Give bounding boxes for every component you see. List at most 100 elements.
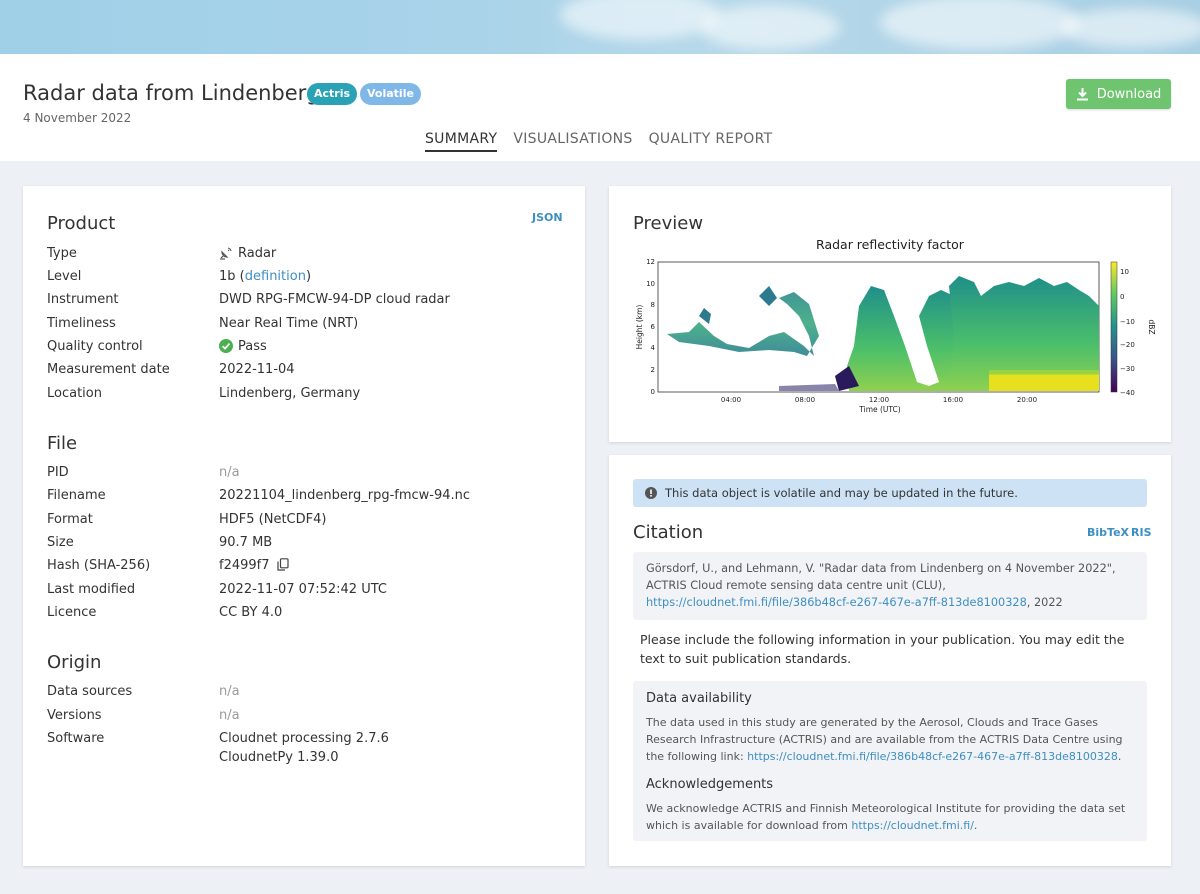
y-tick: 2: [651, 366, 655, 374]
page-date: 4 November 2022: [23, 111, 132, 125]
page-title: Radar data from Lindenberg: [23, 81, 320, 105]
header-banner: [0, 0, 1200, 54]
ack-url-link[interactable]: https://cloudnet.fmi.fi/: [851, 819, 974, 832]
row-value: n/a: [219, 465, 240, 480]
colorbar: [1110, 261, 1118, 393]
row-value: n/a: [219, 684, 240, 699]
x-tick: 04:00: [721, 396, 741, 404]
y-tick: 10: [646, 280, 655, 288]
download-button[interactable]: Download: [1066, 79, 1171, 109]
cbar-tick: −10: [1120, 318, 1135, 326]
availability-url-link[interactable]: https://cloudnet.fmi.fi/file/386b48cf-e2…: [747, 750, 1118, 763]
row-value: 2022-11-07 07:52:42 UTC: [219, 582, 387, 597]
row-key: Licence: [47, 605, 97, 620]
cloudnetpy-link[interactable]: CloudnetPy 1.39.0: [219, 750, 338, 765]
citation-text: Görsdorf, U., and Lehmann, V. "Radar dat…: [646, 562, 1116, 592]
row-key: Data sources: [47, 684, 133, 699]
plot-title: Radar reflectivity factor: [816, 237, 965, 252]
alert-text: This data object is volatile and may be …: [665, 486, 1018, 500]
ack-end: .: [973, 819, 978, 832]
data-availability-text: The data used in this study are generate…: [646, 714, 1141, 765]
citation-heading: Citation: [633, 522, 704, 543]
volatile-alert: This data object is volatile and may be …: [633, 479, 1147, 507]
acknowledgements-text: We acknowledge ACTRIS and Finnish Meteor…: [646, 800, 1141, 834]
row-value: Pass: [219, 339, 267, 354]
row-value: Radar: [219, 246, 276, 261]
origin-heading: Origin: [47, 652, 102, 673]
download-icon: [1076, 88, 1088, 101]
y-tick: 8: [651, 301, 655, 309]
row-key: Versions: [47, 708, 102, 723]
row-value: Near Real Time (NRT): [219, 316, 359, 331]
radar-reflectivity-plot[interactable]: Radar reflectivity factor 12 10 8 6 4 2 …: [609, 186, 1171, 442]
instrument-link[interactable]: DWD RPG-FMCW-94-DP cloud radar: [219, 292, 450, 307]
licence-link[interactable]: CC BY 4.0: [219, 605, 282, 620]
definition-link[interactable]: definition: [245, 269, 306, 284]
row-value: n/a: [219, 708, 240, 723]
row-key: Hash (SHA-256): [47, 558, 151, 573]
ris-link[interactable]: RIS: [1131, 526, 1152, 539]
y-tick: 12: [646, 258, 655, 266]
row-key: PID: [47, 465, 69, 480]
row-key: Size: [47, 535, 74, 550]
x-tick: 16:00: [943, 396, 963, 404]
volatile-tag[interactable]: Volatile: [360, 83, 421, 105]
colorbar-label: dBZ: [1147, 319, 1156, 334]
y-tick: 0: [651, 388, 655, 396]
availability-end: .: [1117, 750, 1122, 763]
type-value: Radar: [238, 246, 277, 261]
json-link[interactable]: JSON: [532, 211, 563, 224]
cbar-tick: 10: [1120, 268, 1129, 276]
cbar-tick: −40: [1120, 389, 1135, 397]
row-key: Type: [47, 246, 77, 261]
quality-pass-link[interactable]: Pass: [238, 339, 267, 354]
availability-box[interactable]: Data availability The data used in this …: [633, 681, 1147, 841]
location-link[interactable]: Lindenberg, Germany: [219, 386, 360, 401]
y-tick: 4: [651, 344, 656, 352]
file-heading: File: [47, 433, 78, 454]
tab-quality-report[interactable]: QUALITY REPORT: [649, 131, 773, 152]
check-circle-icon: [219, 339, 233, 353]
preview-card: Preview Radar reflectivity factor 12 10 …: [609, 186, 1171, 442]
x-axis-label: Time (UTC): [858, 405, 901, 414]
copy-icon[interactable]: [277, 558, 289, 571]
row-key: Format: [47, 512, 93, 527]
row-key: Location: [47, 386, 102, 401]
tab-summary[interactable]: SUMMARY: [425, 131, 498, 152]
x-tick: 08:00: [795, 396, 815, 404]
row-value: 1b (definition): [219, 269, 312, 284]
cbar-tick: 0: [1120, 293, 1124, 301]
actris-tag[interactable]: Actris: [307, 83, 358, 105]
citation-card: This data object is volatile and may be …: [609, 455, 1171, 866]
citation-url-link[interactable]: https://cloudnet.fmi.fi/file/386b48cf-e2…: [646, 596, 1027, 609]
x-tick: 20:00: [1017, 396, 1037, 404]
hash-value: f2499f7: [219, 558, 270, 573]
row-key: Instrument: [47, 292, 119, 307]
row-key: Software: [47, 731, 105, 746]
row-value: 20221104_lindenberg_rpg-fmcw-94.nc: [219, 488, 471, 503]
bibtex-link[interactable]: BibTeX: [1087, 526, 1129, 539]
citation-instructions: Please include the following information…: [640, 632, 1125, 666]
download-label: Download: [1096, 86, 1162, 102]
row-value: f2499f7: [219, 558, 289, 573]
info-icon: [645, 487, 657, 499]
metadata-card: Product JSON Type Radar Level 1b (defini…: [23, 186, 585, 866]
row-key: Quality control: [47, 339, 143, 354]
data-availability-heading: Data availability: [646, 691, 752, 706]
tab-bar: SUMMARY VISUALISATIONS QUALITY REPORT: [425, 131, 772, 152]
row-value: HDF5 (NetCDF4): [219, 512, 327, 527]
radar-icon: [220, 247, 232, 260]
cbar-tick: −20: [1120, 341, 1135, 349]
citation-text-box[interactable]: Görsdorf, U., and Lehmann, V. "Radar dat…: [633, 552, 1147, 620]
level-value: 1b: [219, 269, 236, 284]
row-key: Last modified: [47, 582, 136, 597]
cloudnet-processing-link[interactable]: Cloudnet processing 2.7.6: [219, 731, 389, 746]
row-key: Measurement date: [47, 362, 170, 377]
tab-visualisations[interactable]: VISUALISATIONS: [513, 131, 632, 152]
citation-year: , 2022: [1026, 596, 1063, 609]
row-key: Timeliness: [47, 316, 116, 331]
product-heading: Product: [47, 213, 116, 234]
y-tick: 6: [651, 323, 656, 331]
y-axis-label: Height (km): [635, 305, 644, 350]
acknowledgements-heading: Acknowledgements: [646, 777, 774, 792]
